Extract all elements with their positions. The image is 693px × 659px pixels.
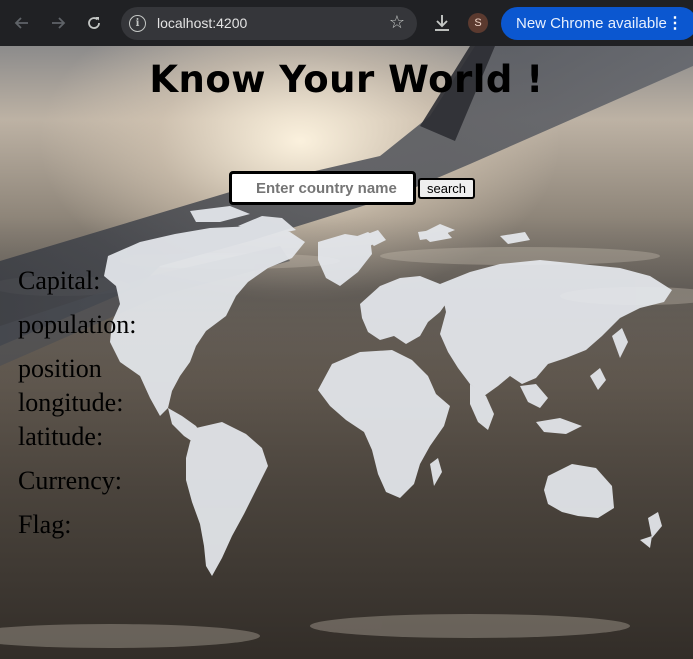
position-label: position bbox=[18, 354, 102, 383]
page-title: Know Your World ! bbox=[149, 58, 544, 101]
country-search-input[interactable] bbox=[229, 171, 416, 205]
url-text[interactable]: localhost:4200 bbox=[157, 15, 247, 31]
currency-label: Currency: bbox=[18, 466, 122, 495]
address-bar[interactable]: i localhost:4200 ☆ bbox=[121, 7, 417, 40]
latitude-label: latitude: bbox=[18, 422, 104, 451]
back-icon[interactable] bbox=[8, 9, 36, 37]
update-label: New Chrome available bbox=[516, 15, 667, 32]
forward-icon[interactable] bbox=[44, 9, 72, 37]
more-vertical-icon[interactable]: ⋮ bbox=[667, 13, 683, 33]
search-button[interactable]: search bbox=[418, 178, 475, 199]
reload-icon[interactable] bbox=[80, 9, 108, 37]
download-icon[interactable] bbox=[431, 12, 453, 34]
background-image bbox=[0, 46, 693, 659]
profile-avatar[interactable]: S bbox=[468, 13, 488, 33]
longitude-label: longitude: bbox=[18, 388, 124, 417]
new-chrome-available-button[interactable]: New Chrome available ⋮ bbox=[501, 7, 693, 40]
flag-label: Flag: bbox=[18, 510, 72, 539]
population-label: population: bbox=[18, 310, 137, 339]
page-viewport: Know Your World ! search Capital: popula… bbox=[0, 46, 693, 659]
capital-label: Capital: bbox=[18, 266, 101, 295]
browser-toolbar: i localhost:4200 ☆ S New Chrome availabl… bbox=[0, 0, 693, 46]
site-info-icon[interactable]: i bbox=[129, 15, 146, 32]
bookmark-star-icon[interactable]: ☆ bbox=[389, 12, 405, 33]
